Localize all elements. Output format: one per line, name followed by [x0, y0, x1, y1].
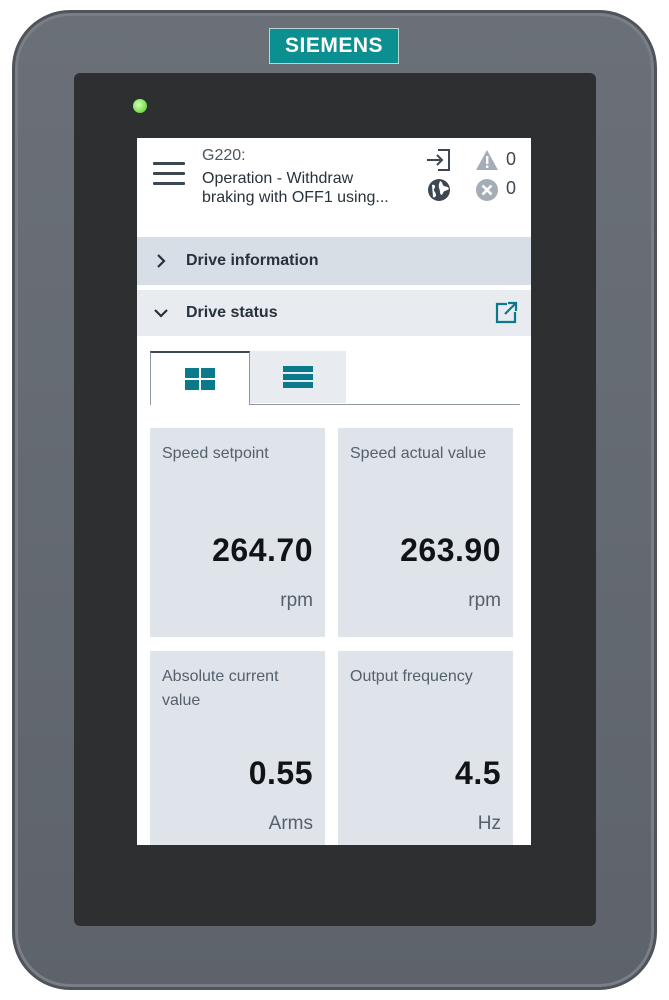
tile-label: Absolute current value — [162, 668, 279, 709]
warning-icon[interactable] — [475, 149, 499, 171]
brand-logo: SIEMENS — [269, 28, 399, 64]
status-led — [133, 99, 147, 113]
tile-unit: Hz — [477, 813, 501, 834]
operation-status-line-1: Operation - Withdraw — [202, 170, 354, 187]
tile-value: 263.90 — [400, 532, 501, 568]
list-view-icon — [283, 366, 313, 388]
tile-speed-actual-value[interactable]: Speed actual value 263.90 rpm — [338, 428, 513, 637]
tile-label: Speed setpoint — [162, 445, 269, 462]
tab-list-view[interactable] — [250, 351, 346, 403]
hamburger-menu-icon[interactable] — [153, 162, 185, 186]
errors-count: 0 — [506, 178, 517, 198]
drive-information-label: Drive information — [186, 252, 319, 269]
tile-label: Speed actual value — [350, 445, 487, 462]
tile-value: 4.5 — [455, 755, 501, 791]
chevron-right-icon — [157, 254, 166, 268]
tile-unit: rpm — [468, 590, 501, 611]
drive-status-section[interactable]: Drive status — [137, 290, 531, 336]
tile-output-frequency[interactable]: Output frequency 4.5 Hz — [338, 651, 513, 845]
tab-tile-view[interactable] — [150, 351, 250, 405]
chevron-down-icon — [154, 309, 168, 318]
tile-unit: Arms — [268, 813, 313, 834]
drive-information-section[interactable]: Drive information — [137, 237, 531, 285]
tile-absolute-current-value[interactable]: Absolute current value 0.55 Arms — [150, 651, 325, 845]
tile-value: 264.70 — [212, 532, 313, 568]
tile-value: 0.55 — [248, 755, 313, 791]
tile-speed-setpoint[interactable]: Speed setpoint 264.70 rpm — [150, 428, 325, 637]
tile-view-icon — [185, 368, 215, 390]
drive-status-label: Drive status — [186, 304, 278, 321]
open-external-icon[interactable] — [493, 300, 519, 326]
warnings-count: 0 — [506, 149, 517, 169]
touch-screen: G220: Operation - Withdraw braking with … — [137, 138, 531, 845]
app-header: G220: Operation - Withdraw braking with … — [137, 138, 531, 210]
view-tabs — [150, 351, 520, 405]
device-name: G220: — [202, 147, 246, 164]
operation-status: Operation - Withdraw braking with OFF1 u… — [202, 169, 417, 207]
tile-unit: rpm — [280, 590, 313, 611]
login-icon[interactable] — [425, 148, 451, 172]
operation-status-line-2: braking with OFF1 using... — [202, 189, 389, 206]
language-globe-icon[interactable] — [427, 178, 451, 202]
error-icon[interactable] — [475, 178, 499, 202]
tile-label: Output frequency — [350, 668, 473, 685]
